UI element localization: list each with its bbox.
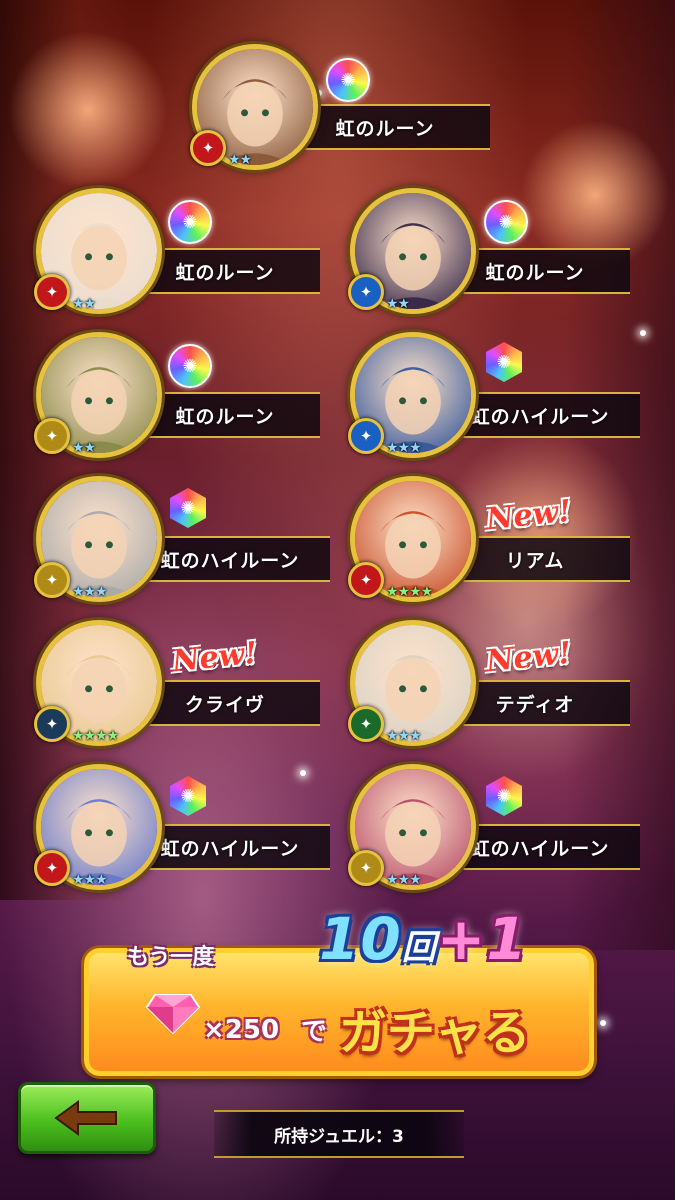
rarity-stars: ★★★★	[386, 584, 433, 600]
result-item-label: クライヴ	[184, 693, 265, 716]
rainbow-high-rune-icon: ✺	[170, 776, 206, 816]
axe-icon: ✦	[348, 418, 384, 454]
rainbow-rune-icon: ✺	[168, 200, 212, 244]
owned-jewel-display: 所持ジュエル：3	[214, 1110, 464, 1158]
back-arrow-icon	[54, 1100, 117, 1136]
result-item-label: リアム	[505, 549, 565, 572]
fist-icon: ✦	[348, 850, 384, 886]
rarity-stars: ★★★	[72, 584, 108, 600]
rainbow-rune-icon: ✺	[168, 344, 212, 388]
background-right-pillar	[565, 0, 675, 950]
sparkle	[640, 330, 646, 336]
rainbow-high-rune-icon: ✺	[486, 342, 522, 382]
gacha-de-label: で	[301, 1017, 328, 1047]
bow-icon: ✦	[34, 274, 70, 310]
gacha-action-label: ガチャる	[339, 1005, 531, 1061]
gacha-once-label: もう一度	[127, 945, 215, 970]
rarity-stars: ★★	[72, 296, 96, 312]
sparkle	[300, 770, 306, 776]
gacha-count-label: 10回+1	[319, 905, 528, 973]
jewel-icon	[145, 994, 201, 1035]
new-badge: New!	[484, 635, 574, 680]
back-button[interactable]	[18, 1082, 156, 1154]
rainbow-rune-icon: ✺	[484, 200, 528, 244]
rainbow-rune-icon: ✺	[326, 58, 370, 102]
dagger-icon: ✦	[34, 850, 70, 886]
fist-icon: ✦	[34, 562, 70, 598]
rainbow-high-rune-icon: ✺	[486, 776, 522, 816]
star-burst-icon: ✦	[34, 706, 70, 742]
rainbow-high-rune-icon: ✺	[170, 488, 206, 528]
new-badge: New!	[484, 493, 574, 538]
rarity-stars: ★★★★	[72, 728, 119, 744]
fist-icon: ✦	[34, 418, 70, 454]
rarity-stars: ★★★	[72, 872, 108, 888]
rarity-stars: ★★	[228, 152, 252, 168]
new-badge: New!	[170, 635, 260, 680]
sparkle	[600, 1020, 606, 1026]
rarity-stars: ★★	[72, 440, 96, 456]
rarity-stars: ★★★	[386, 728, 422, 744]
rarity-stars: ★★★	[386, 440, 422, 456]
background-lamp	[8, 30, 168, 190]
gacha-cost-label: ×250	[203, 1015, 280, 1045]
leaf-icon: ✦	[348, 706, 384, 742]
dagger-icon: ✦	[190, 130, 226, 166]
rarity-stars: ★★	[386, 296, 410, 312]
rarity-stars: ★★★	[386, 872, 422, 888]
axe-icon: ✦	[348, 274, 384, 310]
sword-icon: ✦	[348, 562, 384, 598]
gacha-again-button[interactable]: もう一度 10回+1 ×250 で ガチャる	[84, 905, 594, 1076]
